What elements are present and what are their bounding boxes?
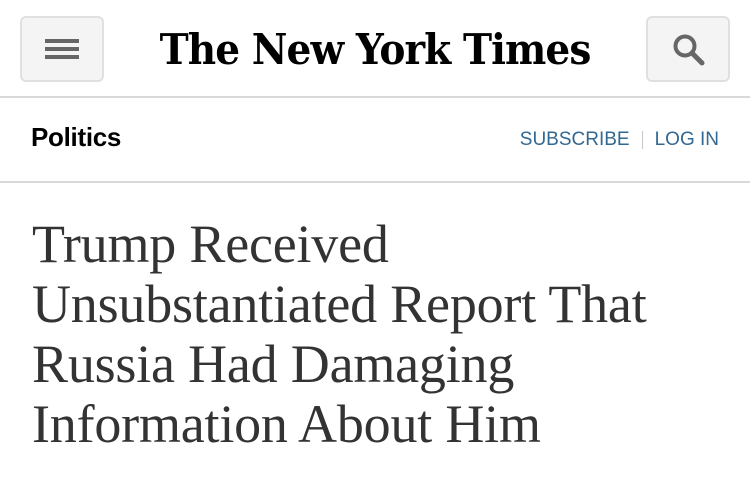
article-headline: Trump Received Unsubstantiated Report Th…	[32, 214, 647, 454]
subscribe-link[interactable]: SUBSCRIBE	[520, 129, 630, 151]
section-bar: Politics SUBSCRIBE LOG IN	[0, 98, 750, 183]
page: The New York Times Politics SUBSCRIBE LO…	[0, 0, 750, 481]
link-divider	[641, 131, 643, 149]
search-icon	[673, 34, 705, 66]
section-name[interactable]: Politics	[31, 122, 121, 153]
account-links: SUBSCRIBE LOG IN	[520, 129, 719, 151]
hamburger-menu-icon	[45, 39, 79, 59]
site-header: The New York Times	[0, 0, 750, 98]
login-link[interactable]: LOG IN	[655, 129, 719, 151]
masthead-logo[interactable]: The New York Times	[160, 17, 592, 81]
menu-button[interactable]	[20, 16, 104, 82]
search-button[interactable]	[646, 16, 730, 82]
